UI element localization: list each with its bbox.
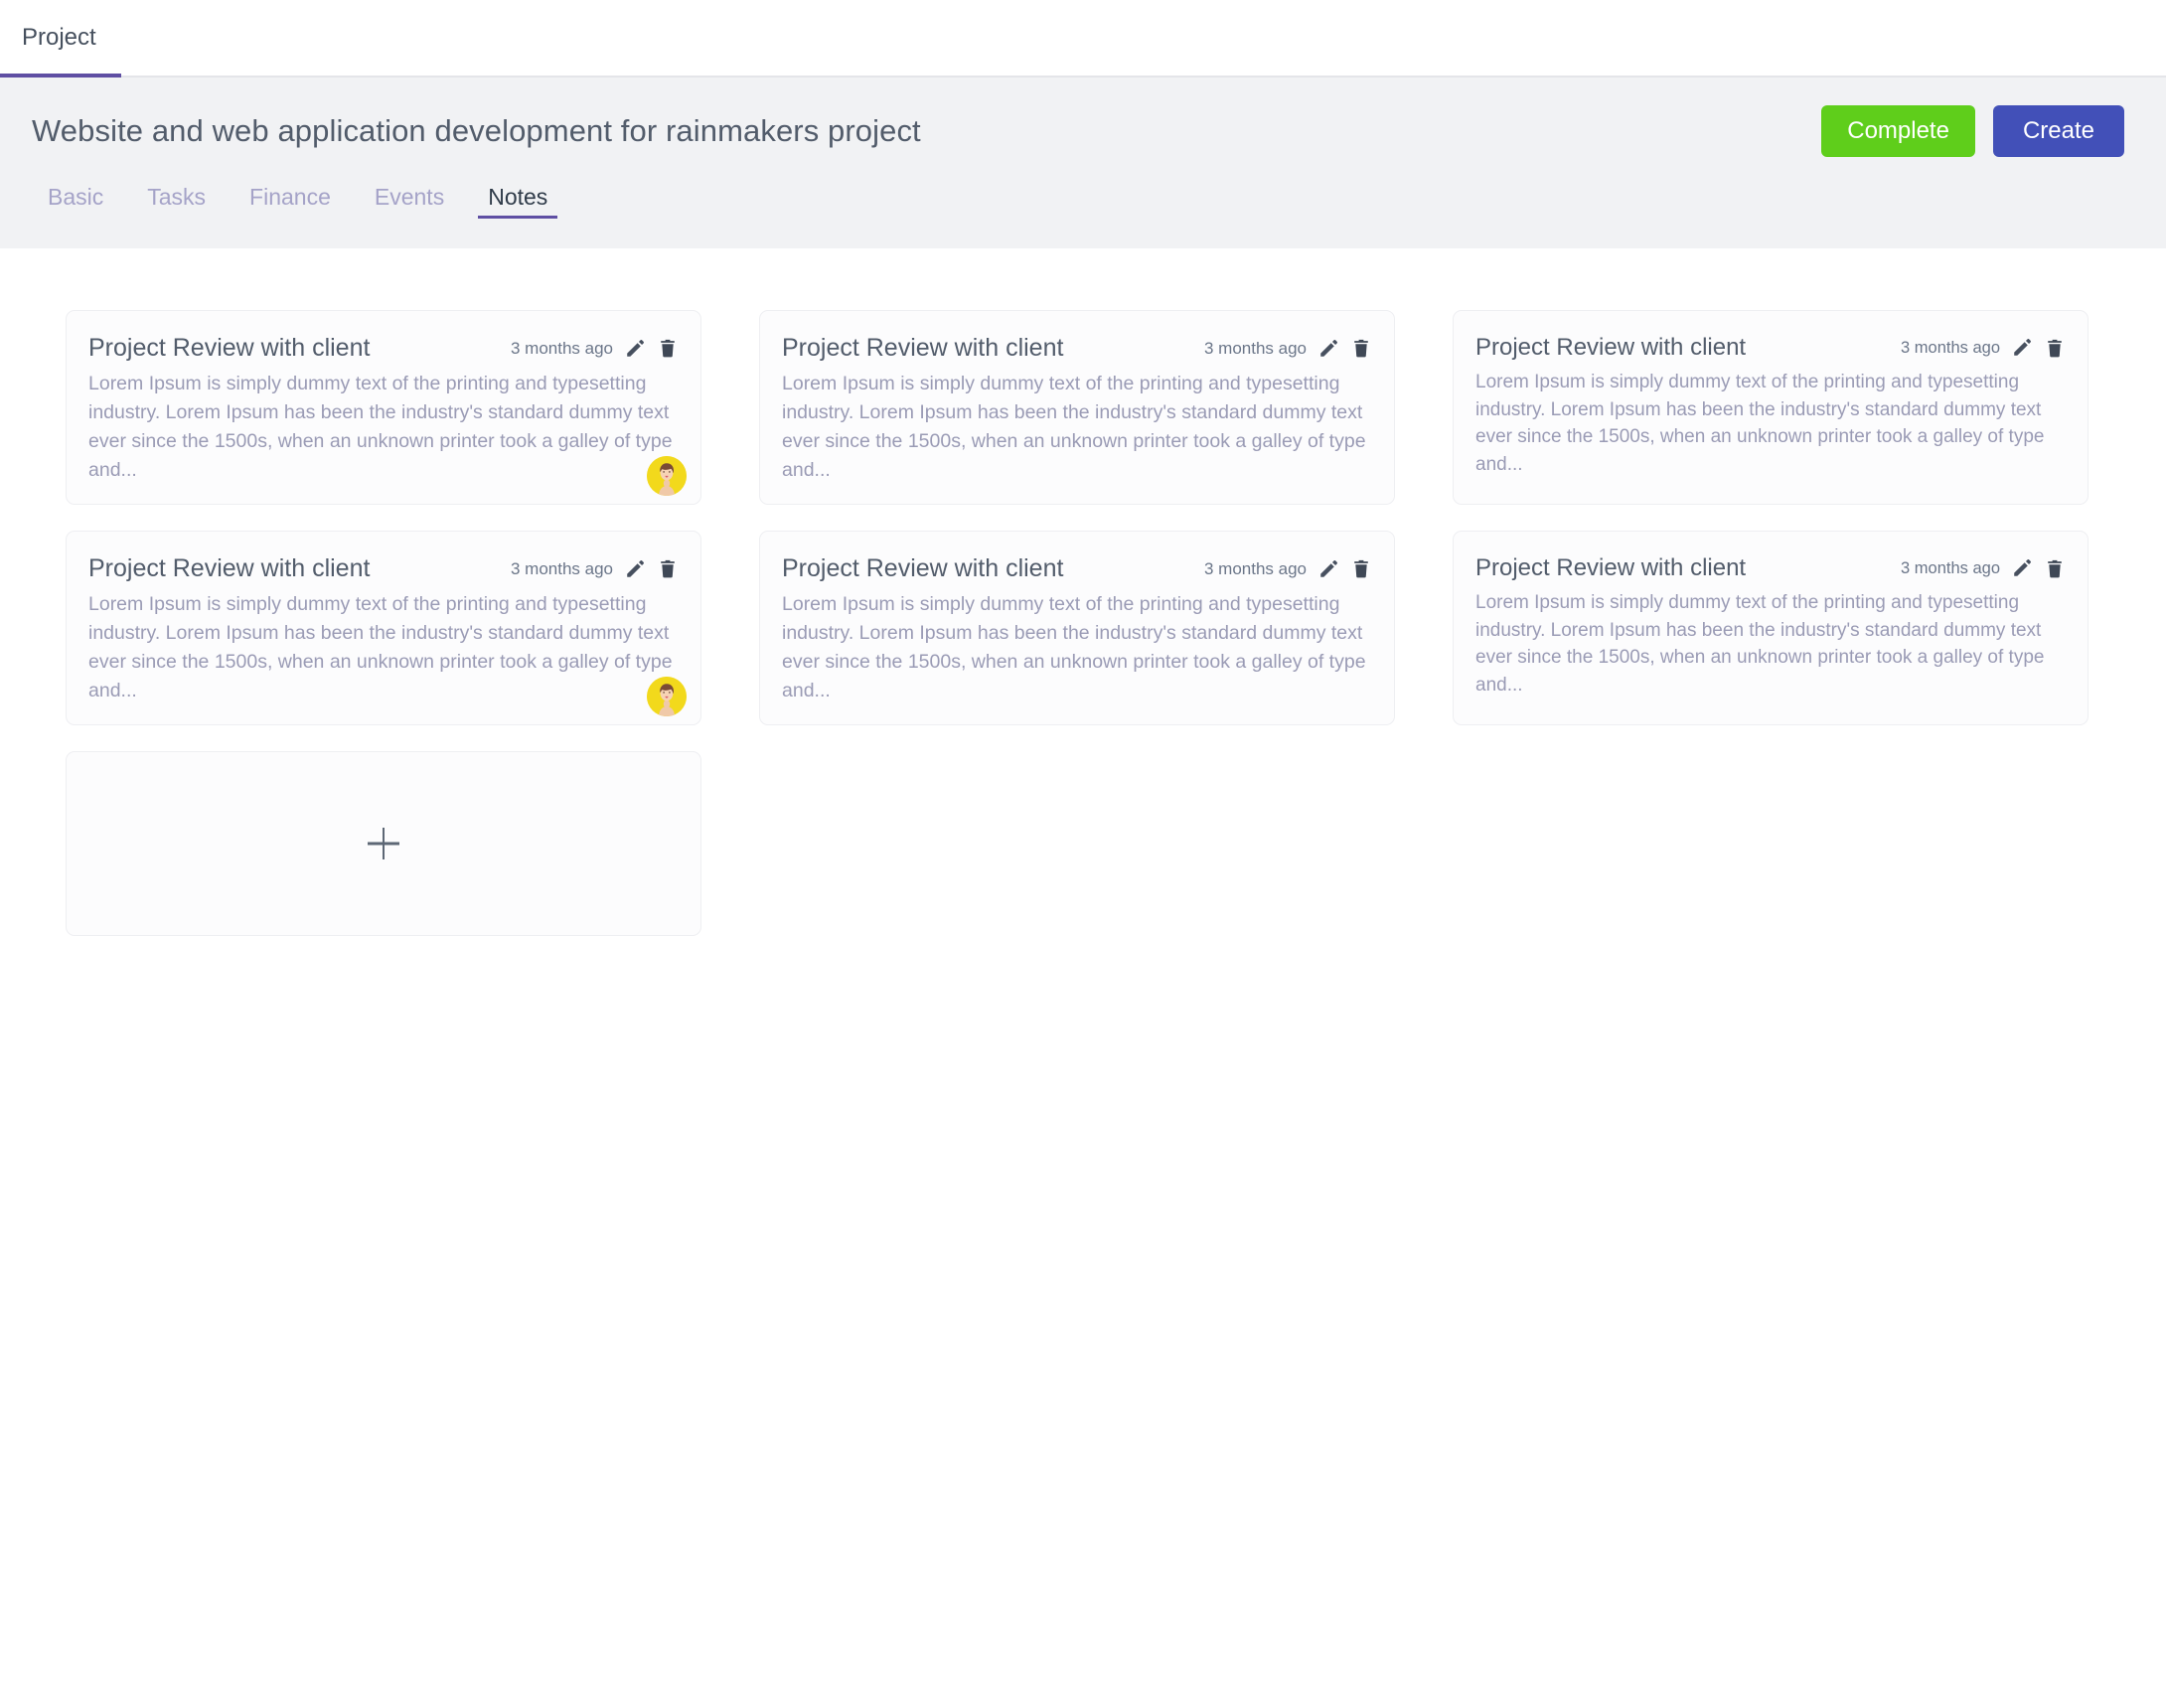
project-tabs: Basic Tasks Finance Events Notes bbox=[0, 157, 2166, 219]
pencil-icon[interactable] bbox=[624, 338, 646, 360]
add-note-card[interactable] bbox=[66, 751, 701, 936]
note-card[interactable]: Project Review with client 3 months ago Lo… bbox=[66, 531, 701, 725]
note-card[interactable]: Project Review with client 3 months ago Lo… bbox=[1453, 531, 2089, 725]
note-title: Project Review with client bbox=[88, 334, 371, 362]
note-timestamp: 3 months ago bbox=[1901, 558, 2000, 577]
trash-icon[interactable] bbox=[2044, 557, 2066, 580]
note-body-text: Lorem Ipsum is simply dummy text of the … bbox=[782, 373, 1366, 481]
create-button[interactable]: Create bbox=[1992, 105, 2124, 157]
tab-basic[interactable]: Basic bbox=[34, 186, 125, 219]
pencil-icon[interactable] bbox=[624, 558, 646, 580]
note-timestamp: 3 months ago bbox=[510, 559, 613, 579]
note-body-text: Lorem Ipsum is simply dummy text of the … bbox=[1475, 372, 2045, 475]
complete-button[interactable]: Complete bbox=[1821, 105, 1975, 157]
avatar bbox=[647, 677, 687, 716]
note-card-header: Project Review with client 3 months ago bbox=[1475, 333, 2066, 363]
note-card-header: Project Review with client 3 months ago bbox=[1475, 553, 2066, 583]
tab-events[interactable]: Events bbox=[353, 186, 466, 219]
note-timestamp: 3 months ago bbox=[510, 339, 613, 359]
note-timestamp: 3 months ago bbox=[1901, 338, 2000, 357]
note-meta: 3 months ago bbox=[1901, 337, 2066, 360]
note-card-header: Project Review with client 3 months ago bbox=[88, 553, 679, 584]
trash-icon[interactable] bbox=[1350, 337, 1372, 360]
pencil-icon[interactable] bbox=[2011, 337, 2033, 359]
trash-icon[interactable] bbox=[2044, 337, 2066, 360]
note-card-header: Project Review with client 3 months ago bbox=[782, 333, 1372, 364]
note-card-header: Project Review with client 3 months ago bbox=[782, 553, 1372, 584]
note-title: Project Review with client bbox=[782, 554, 1064, 582]
note-meta: 3 months ago bbox=[1204, 557, 1372, 580]
project-header-band: Website and web application development … bbox=[0, 78, 2166, 248]
trash-icon[interactable] bbox=[657, 337, 679, 360]
note-meta: 3 months ago bbox=[1204, 337, 1372, 360]
header-row: Website and web application development … bbox=[0, 78, 2166, 157]
note-title: Project Review with client bbox=[1475, 334, 1747, 361]
note-title: Project Review with client bbox=[782, 334, 1064, 362]
note-title: Project Review with client bbox=[1475, 554, 1747, 581]
avatar bbox=[647, 456, 687, 496]
trash-icon[interactable] bbox=[657, 557, 679, 580]
pencil-icon[interactable] bbox=[2011, 557, 2033, 579]
note-timestamp: 3 months ago bbox=[1203, 339, 1307, 359]
note-body-text: Lorem Ipsum is simply dummy text of the … bbox=[782, 593, 1366, 701]
note-meta: 3 months ago bbox=[1901, 557, 2066, 580]
note-title: Project Review with client bbox=[88, 554, 371, 582]
note-card[interactable]: Project Review with client 3 months ago Lo… bbox=[1453, 310, 2089, 505]
note-meta: 3 months ago bbox=[511, 337, 679, 360]
plus-icon bbox=[366, 826, 401, 861]
tab-finance[interactable]: Finance bbox=[228, 186, 353, 219]
tab-tasks[interactable]: Tasks bbox=[125, 186, 228, 219]
note-meta: 3 months ago bbox=[511, 557, 679, 580]
note-card-header: Project Review with client 3 months ago bbox=[88, 333, 679, 364]
note-timestamp: 3 months ago bbox=[1203, 559, 1307, 579]
tab-notes[interactable]: Notes bbox=[466, 186, 569, 219]
pencil-icon[interactable] bbox=[1317, 338, 1339, 360]
header-actions: Complete Create bbox=[1821, 105, 2124, 157]
note-body-text: Lorem Ipsum is simply dummy text of the … bbox=[88, 373, 673, 481]
notes-area: Project Review with client 3 months ago Lo… bbox=[0, 248, 2166, 936]
topbar: Project bbox=[0, 0, 2166, 78]
note-body-text: Lorem Ipsum is simply dummy text of the … bbox=[88, 593, 673, 701]
notes-grid: Project Review with client 3 months ago Lo… bbox=[0, 310, 2166, 936]
note-card[interactable]: Project Review with client 3 months ago Lo… bbox=[759, 531, 1395, 725]
trash-icon[interactable] bbox=[1350, 557, 1372, 580]
note-card[interactable]: Project Review with client 3 months ago Lo… bbox=[759, 310, 1395, 505]
note-body-text: Lorem Ipsum is simply dummy text of the … bbox=[1475, 592, 2045, 696]
note-card[interactable]: Project Review with client 3 months ago Lo… bbox=[66, 310, 701, 505]
pencil-icon[interactable] bbox=[1317, 558, 1339, 580]
breadcrumb-tab-project[interactable]: Project bbox=[22, 26, 96, 52]
page-title: Website and web application development … bbox=[32, 113, 921, 149]
